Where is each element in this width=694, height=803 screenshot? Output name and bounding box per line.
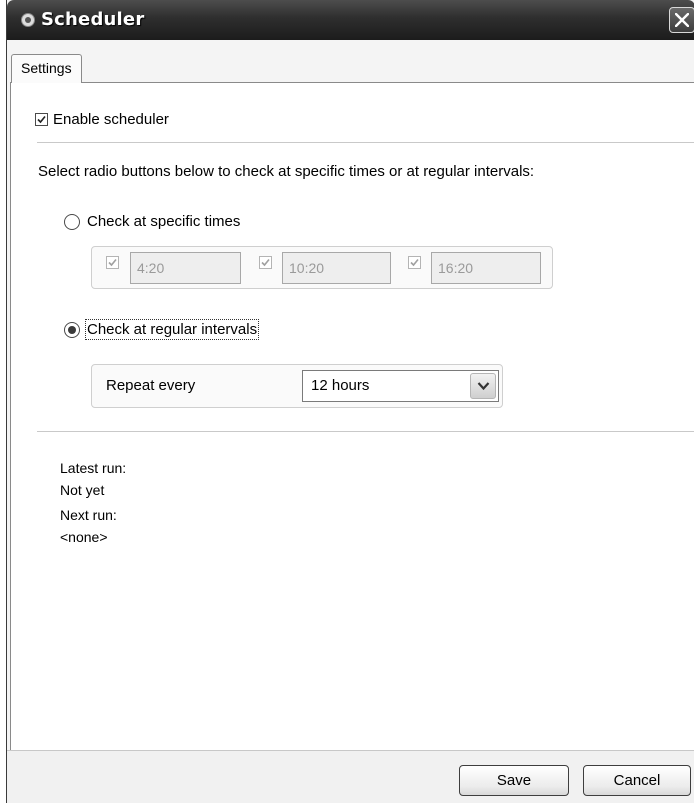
tab-settings[interactable]: Settings — [11, 54, 82, 83]
repeat-every-label: Repeat every — [106, 377, 196, 394]
specific-times-label: Check at specific times — [87, 213, 241, 230]
chevron-down-icon — [477, 382, 490, 391]
enable-scheduler-row[interactable]: Enable scheduler — [35, 111, 169, 128]
instructions-text: Select radio buttons below to check at s… — [38, 163, 535, 180]
time-1-checkbox[interactable] — [106, 256, 119, 269]
save-button[interactable]: Save — [459, 765, 569, 796]
regular-intervals-radio[interactable] — [64, 321, 80, 338]
checkmark-icon — [261, 258, 270, 267]
specific-times-radio[interactable] — [64, 213, 80, 230]
close-button[interactable] — [669, 7, 694, 33]
cancel-button[interactable]: Cancel — [583, 765, 691, 796]
time-1-input[interactable]: 4:20 — [130, 252, 241, 284]
separator-bottom — [37, 431, 694, 432]
checkmark-icon — [410, 258, 419, 267]
dropdown-button[interactable] — [470, 373, 496, 399]
checkmark-icon — [108, 258, 117, 267]
title-bar[interactable]: Scheduler — [7, 0, 694, 40]
status-section: Latest run: Not yet Next run: <none> — [60, 457, 126, 548]
enable-scheduler-checkbox[interactable] — [35, 113, 48, 126]
latest-run-value: Not yet — [60, 482, 105, 498]
instructions-row: Select radio buttons below to check at s… — [38, 163, 534, 180]
specific-times-row[interactable]: Check at specific times — [64, 213, 240, 230]
scheduler-app-icon — [21, 13, 35, 27]
repeat-interval-value: 12 hours — [311, 377, 370, 394]
repeat-interval-select[interactable]: 12 hours — [302, 370, 499, 402]
specific-times-group: 4:20 10:20 16:20 — [91, 246, 553, 289]
time-2-input[interactable]: 10:20 — [282, 252, 391, 284]
separator-top — [37, 142, 694, 143]
close-icon — [675, 13, 689, 27]
time-2-checkbox[interactable] — [259, 256, 272, 269]
regular-intervals-row[interactable]: Check at regular intervals — [64, 319, 260, 340]
checkmark-icon — [37, 115, 46, 124]
window-title: Scheduler — [41, 9, 145, 30]
time-3-input[interactable]: 16:20 — [431, 252, 541, 284]
enable-scheduler-label: Enable scheduler — [53, 111, 169, 128]
next-run-label: Next run: — [60, 507, 117, 523]
latest-run-label: Latest run: — [60, 460, 127, 476]
tab-strip: Settings — [7, 40, 694, 83]
scheduler-window: Scheduler Settings Enable scheduler Sele… — [6, 0, 694, 803]
regular-intervals-label: Check at regular intervals — [84, 319, 260, 340]
settings-panel: Enable scheduler Select radio buttons be… — [10, 82, 694, 750]
regular-intervals-group: Repeat every 12 hours — [91, 364, 503, 408]
next-run-value: <none> — [60, 529, 108, 545]
time-3-checkbox[interactable] — [408, 256, 421, 269]
button-bar: Save Cancel — [7, 750, 694, 803]
